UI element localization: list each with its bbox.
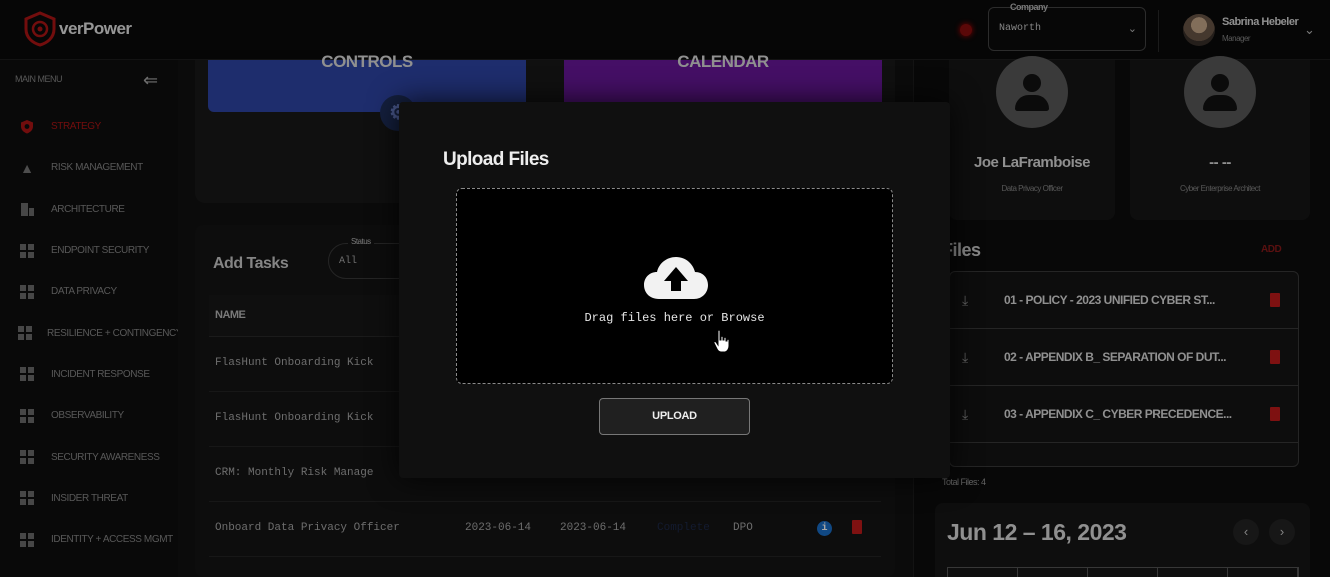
drop-instructions: Drag files here or Browse [584, 311, 765, 325]
cloud-upload-icon [644, 257, 708, 299]
hand-cursor-icon [713, 329, 730, 353]
file-dropzone[interactable]: Drag files here or Browse [456, 188, 893, 384]
upload-button[interactable]: UPLOAD [599, 398, 750, 435]
upload-files-dialog: Upload Files Drag files here or Browse U… [399, 102, 950, 478]
dialog-title: Upload Files [443, 149, 549, 170]
